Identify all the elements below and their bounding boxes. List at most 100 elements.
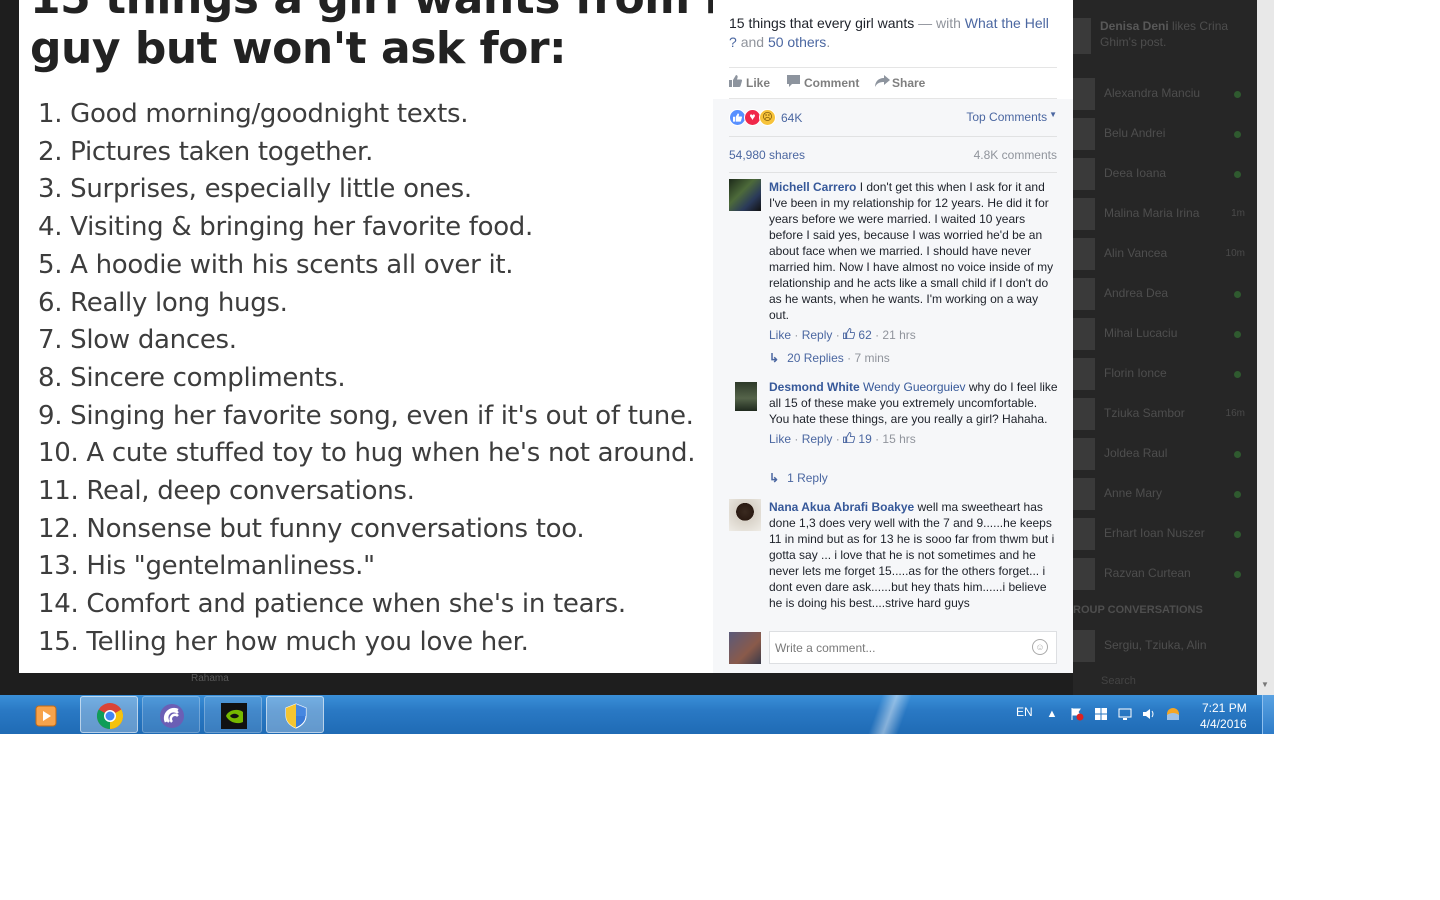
- clock-date[interactable]: 4/4/2016: [1200, 717, 1247, 731]
- chat-search-placeholder: Search: [1101, 675, 1136, 687]
- reaction-count[interactable]: 64K: [781, 111, 802, 125]
- thumbs-up-outline-icon: [843, 327, 858, 342]
- ticker-name: Denisa Deni: [1100, 19, 1169, 33]
- like-button[interactable]: Like: [729, 75, 770, 90]
- chat-contact[interactable]: Razvan Curtean: [1073, 554, 1257, 594]
- avatar[interactable]: [735, 379, 757, 411]
- comment-label: Comment: [804, 76, 860, 90]
- chat-contact[interactable]: Anne Mary: [1073, 474, 1257, 514]
- weather-icon[interactable]: [1166, 707, 1180, 721]
- page-scrollbar[interactable]: [1257, 0, 1274, 695]
- group-conversations-heading: ROUP CONVERSATIONS: [1073, 604, 1203, 616]
- windows-update-icon[interactable]: [1094, 707, 1108, 721]
- chat-contact[interactable]: Joldea Raul: [1073, 434, 1257, 474]
- chat-contact[interactable]: Erhart Ioan Nuszer: [1073, 514, 1257, 554]
- chrome-taskbar-button[interactable]: [80, 696, 138, 733]
- contact-name: Anne Mary: [1104, 486, 1163, 500]
- top-comments-label: Top Comments: [966, 110, 1048, 124]
- share-button[interactable]: Share: [875, 75, 925, 90]
- share-arrow-icon: [875, 75, 890, 90]
- sad-reaction-icon: ☹: [759, 109, 776, 126]
- avatar: [1073, 630, 1095, 662]
- ticker-story[interactable]: Denisa Deni likes Crina Ghim's post.: [1100, 18, 1250, 50]
- view-replies-link[interactable]: ↳ 20 Replies · 7 mins: [769, 351, 890, 365]
- network-icon[interactable]: [1118, 707, 1132, 721]
- caret-down-icon: ▼: [1049, 110, 1057, 119]
- shares-link[interactable]: 54,980 shares: [729, 148, 805, 162]
- photo-list-item: 7. Slow dances.: [38, 325, 237, 356]
- caption-with: — with: [918, 15, 961, 31]
- comment-reply-link[interactable]: Reply: [802, 328, 833, 342]
- photo-title: 15 things a girl wants from her guy but …: [30, 0, 713, 74]
- taskbar-glare: [860, 695, 920, 734]
- photo-title-line: 15 things a girl wants from her: [30, 0, 713, 24]
- comment-time[interactable]: 15 hrs: [882, 432, 915, 446]
- chat-contact[interactable]: Malina Maria Irina 1m: [1073, 194, 1257, 234]
- scroll-down-icon[interactable]: ▼: [1261, 680, 1269, 689]
- chat-contact[interactable]: Deea Ioana: [1073, 154, 1257, 194]
- tagged-others-link[interactable]: 50 others: [768, 34, 826, 50]
- photo-list-item: 13. His "gentelmanliness.": [38, 551, 375, 582]
- comment-meta: Like · Reply · 19 · 15 hrs: [769, 431, 916, 446]
- group-name: Sergiu, Tziuka, Alin: [1104, 638, 1207, 652]
- photo-list-item: 6. Really long hugs.: [38, 287, 288, 318]
- comment-like-count[interactable]: 19: [858, 432, 871, 446]
- comment-like-link[interactable]: Like: [769, 328, 791, 342]
- reply-arrow-icon: ↳: [769, 351, 780, 365]
- chat-contact[interactable]: Belu Andrei: [1073, 114, 1257, 154]
- contact-name: Malina Maria Irina: [1104, 206, 1200, 220]
- top-comments-dropdown[interactable]: Top Comments ▼: [966, 110, 1057, 124]
- comment-author[interactable]: Desmond White: [769, 380, 860, 394]
- comment-text: well ma sweetheart has done 1,3 does ver…: [769, 500, 1055, 610]
- comment-like-link[interactable]: Like: [769, 432, 791, 446]
- bittorrent-taskbar-button[interactable]: [142, 696, 200, 733]
- photo-title-line: guy but won't ask for:: [30, 23, 567, 74]
- comment-input[interactable]: [769, 631, 1057, 664]
- comment-like-count[interactable]: 62: [858, 328, 871, 342]
- comment-body: Nana Akua Abrafi Boakye well ma sweethea…: [769, 499, 1059, 611]
- show-desktop-button[interactable]: [1262, 695, 1274, 734]
- volume-icon[interactable]: [1142, 707, 1156, 721]
- avatar[interactable]: [729, 179, 761, 211]
- group-conversation[interactable]: Sergiu, Tziuka, Alin: [1073, 626, 1257, 666]
- security-taskbar-button[interactable]: [266, 696, 324, 733]
- avatar: [1073, 318, 1095, 350]
- avatar: [1073, 558, 1095, 590]
- chat-contact[interactable]: Andrea Dea: [1073, 274, 1257, 314]
- action-center-flag-icon[interactable]: [1070, 707, 1084, 721]
- chat-contact[interactable]: Florin Ionce: [1073, 354, 1257, 394]
- avatar: [1073, 158, 1095, 190]
- clock-time[interactable]: 7:21 PM: [1202, 701, 1247, 715]
- comment-time[interactable]: 21 hrs: [882, 328, 915, 342]
- chat-contact[interactable]: Mihai Lucaciu: [1073, 314, 1257, 354]
- comment-author[interactable]: Michell Carrero: [769, 180, 856, 194]
- contact-name: Belu Andrei: [1104, 126, 1166, 140]
- avatar[interactable]: [729, 499, 761, 531]
- online-status-icon: [1234, 491, 1241, 498]
- emoji-icon[interactable]: ☺: [1032, 639, 1048, 655]
- comment-button[interactable]: Comment: [787, 75, 859, 90]
- reply-arrow-icon: ↳: [769, 471, 780, 485]
- online-status-icon: [1234, 171, 1241, 178]
- nvidia-taskbar-button[interactable]: [204, 696, 262, 733]
- post-photo[interactable]: 15 things a girl wants from her guy but …: [19, 0, 713, 673]
- comment-author[interactable]: Nana Akua Abrafi Boakye: [769, 500, 914, 514]
- avatar: [1073, 238, 1095, 270]
- replies-time: 7 mins: [854, 351, 890, 365]
- chat-contact[interactable]: Tziuka Sambor 16m: [1073, 394, 1257, 434]
- chat-contact[interactable]: Alexandra Manciu: [1073, 74, 1257, 114]
- comment-body: Michell Carrero I don't get this when I …: [769, 179, 1059, 343]
- contact-name: Alin Vancea: [1104, 246, 1168, 260]
- view-replies-link[interactable]: ↳ 1 Reply: [769, 471, 828, 485]
- chat-search[interactable]: Search: [1073, 672, 1257, 692]
- comment-count[interactable]: 4.8K comments: [974, 148, 1057, 162]
- chat-contact[interactable]: Alin Vancea 10m: [1073, 234, 1257, 274]
- comment-reply-link[interactable]: Reply: [802, 432, 833, 446]
- input-language-indicator[interactable]: EN: [1016, 705, 1033, 719]
- nvidia-icon: [221, 703, 247, 729]
- contact-name: Florin Ionce: [1104, 366, 1167, 380]
- show-hidden-icons-icon[interactable]: ▲: [1045, 707, 1059, 721]
- tagged-user-link[interactable]: Wendy Gueorguiev: [863, 380, 966, 394]
- media-player-icon: [35, 705, 57, 727]
- media-player-taskbar-button[interactable]: [16, 696, 76, 733]
